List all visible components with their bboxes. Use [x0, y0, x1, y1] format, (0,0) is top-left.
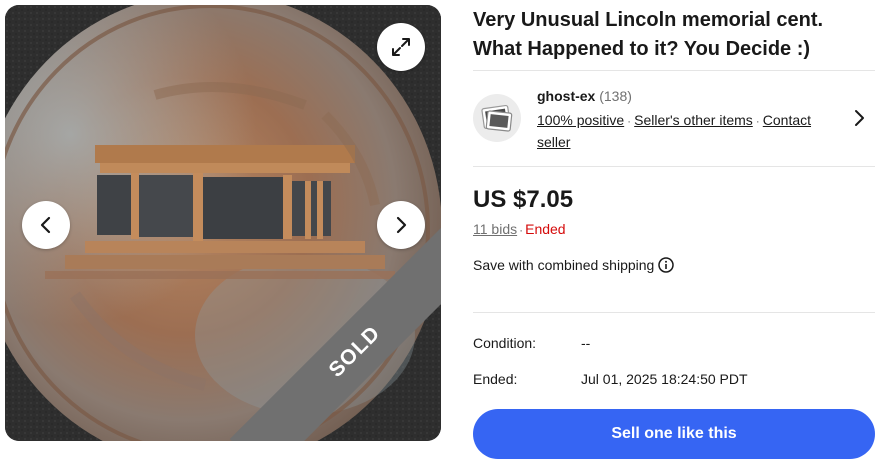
next-image-button[interactable]: [377, 201, 425, 249]
chevron-left-icon: [40, 216, 51, 234]
bids-link[interactable]: 11 bids: [473, 221, 517, 237]
seller-avatar[interactable]: [473, 94, 521, 142]
sell-one-like-this-button[interactable]: Sell one like this: [473, 409, 875, 459]
listing-title: Very Unusual Lincoln memorial cent. What…: [473, 9, 824, 60]
previous-image-button[interactable]: [22, 201, 70, 249]
coin-photo: [5, 5, 441, 441]
seller-username[interactable]: ghost-ex: [537, 88, 595, 104]
divider: [473, 312, 875, 313]
ended-label: Ended:: [473, 371, 518, 387]
divider: [473, 166, 875, 167]
condition-label: Condition:: [473, 335, 537, 351]
seller-card: ghost-ex (138) 100% positive · Seller's ot…: [473, 86, 875, 156]
separator-dot: ·: [519, 223, 524, 237]
separator-dot: ·: [755, 114, 760, 128]
ended-value: Jul 01, 2025 18:24:50 PDT: [581, 371, 748, 387]
chevron-right-icon[interactable]: [849, 108, 869, 128]
bids-status-line: 11 bids · Ended: [473, 221, 566, 237]
auction-status: Ended: [525, 221, 566, 237]
condition-value: --: [581, 335, 591, 351]
seller-avatar-icon: [481, 104, 513, 132]
separator-dot: ·: [627, 114, 632, 128]
image-gallery[interactable]: SOLD: [5, 5, 441, 441]
seller-name-line: ghost-ex (138): [537, 88, 632, 104]
seller-other-items-link[interactable]: Seller's other items: [634, 112, 753, 128]
expand-icon: [392, 38, 410, 56]
positive-feedback-link[interactable]: 100% positive: [537, 112, 624, 128]
info-icon[interactable]: [658, 257, 675, 273]
price: US $7.05: [473, 186, 574, 213]
shipping-info: Save with combined shipping: [473, 257, 675, 273]
seller-feedback-count: (138): [599, 88, 632, 104]
sell-button-label: Sell one like this: [611, 425, 737, 442]
expand-button[interactable]: [377, 23, 425, 71]
shipping-text: Save with combined shipping: [473, 257, 655, 273]
seller-links: 100% positive · Seller's other items · Conta…: [537, 110, 847, 153]
chevron-right-icon: [396, 216, 407, 234]
divider: [473, 70, 875, 71]
